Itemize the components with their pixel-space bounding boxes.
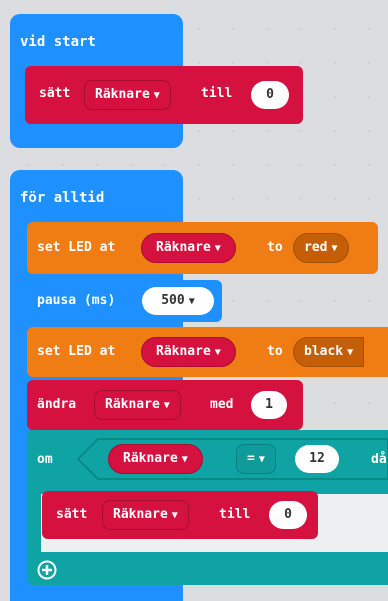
plus-circle-icon xyxy=(37,560,57,580)
caret-down-icon: ▼ xyxy=(258,454,265,465)
set-led-block-1[interactable]: set LED at Räknare ▼ to red ▼ xyxy=(27,222,378,274)
set-led-2-variable: Räknare xyxy=(156,344,211,359)
start-set-variable: Räknare xyxy=(95,87,150,102)
change-variable: Räknare xyxy=(105,397,160,412)
set-led-1-label: set LED at xyxy=(37,240,116,255)
change-block[interactable]: ändra Räknare ▼ med 1 xyxy=(27,380,303,430)
caret-down-icon: ▼ xyxy=(153,90,160,101)
caret-down-icon: ▼ xyxy=(188,296,195,307)
set-led-1-variable-dropdown[interactable]: Räknare ▼ xyxy=(141,233,236,263)
add-else-button[interactable] xyxy=(37,560,57,580)
start-set-block[interactable]: sätt Räknare ▼ till 0 xyxy=(25,66,303,124)
set-led-2-color-dropdown[interactable]: black ▼ xyxy=(293,337,365,367)
caret-down-icon: ▼ xyxy=(331,243,338,254)
if-label: om xyxy=(37,452,53,467)
set-led-1-to-label: to xyxy=(267,240,283,255)
caret-down-icon: ▼ xyxy=(347,347,354,358)
inner-set-variable-dropdown[interactable]: Räknare ▼ xyxy=(102,500,189,530)
start-set-value-input[interactable]: 0 xyxy=(251,81,289,109)
change-by-label: med xyxy=(210,397,234,412)
caret-down-icon: ▼ xyxy=(163,400,170,411)
change-label: ändra xyxy=(37,397,77,412)
set-led-1-color: red xyxy=(304,240,328,255)
compare-value-input[interactable]: 12 xyxy=(295,445,339,473)
on-start-label: vid start xyxy=(20,34,96,50)
change-variable-dropdown[interactable]: Räknare ▼ xyxy=(94,390,181,420)
set-led-2-to-label: to xyxy=(267,344,283,359)
pause-block[interactable]: pausa (ms) 500 ▼ xyxy=(27,280,222,322)
inner-set-variable: Räknare xyxy=(113,507,168,522)
pause-value-dropdown[interactable]: 500 ▼ xyxy=(142,287,214,315)
start-set-variable-dropdown[interactable]: Räknare ▼ xyxy=(84,80,171,110)
inner-set-to-label: till xyxy=(219,507,251,522)
inner-set-label: sätt xyxy=(56,507,88,522)
start-set-label: sätt xyxy=(39,86,71,101)
operator-value: = xyxy=(247,451,255,466)
pause-value: 500 xyxy=(161,293,185,308)
change-value-input[interactable]: 1 xyxy=(251,391,287,419)
start-set-to-label: till xyxy=(201,86,233,101)
caret-down-icon: ▼ xyxy=(214,347,221,358)
caret-down-icon: ▼ xyxy=(181,454,188,465)
set-led-2-label: set LED at xyxy=(37,344,116,359)
operator-dropdown[interactable]: = ▼ xyxy=(236,444,276,474)
if-variable: Räknare xyxy=(123,451,178,466)
set-led-1-variable: Räknare xyxy=(156,240,211,255)
then-label: då xyxy=(371,452,387,467)
inner-set-value-input[interactable]: 0 xyxy=(269,501,307,529)
set-led-2-variable-dropdown[interactable]: Räknare ▼ xyxy=(141,337,236,367)
inner-set-block[interactable]: sätt Räknare ▼ till 0 xyxy=(42,491,318,539)
if-variable-dropdown[interactable]: Räknare ▼ xyxy=(108,444,203,474)
caret-down-icon: ▼ xyxy=(171,510,178,521)
set-led-block-2[interactable]: set LED at Räknare ▼ to black ▼ xyxy=(27,327,388,377)
set-led-1-color-dropdown[interactable]: red ▼ xyxy=(293,233,349,263)
pause-label: pausa (ms) xyxy=(37,293,116,308)
caret-down-icon: ▼ xyxy=(214,243,221,254)
forever-label: för alltid xyxy=(20,190,105,206)
set-led-2-color: black xyxy=(304,344,344,359)
